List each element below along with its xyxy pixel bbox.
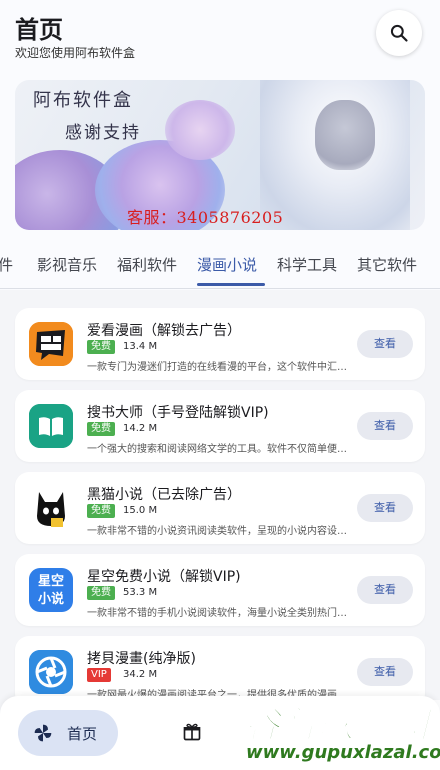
black-cat-icon xyxy=(29,486,73,530)
vip-badge: VIP xyxy=(87,668,111,682)
app-size: 34.2 M xyxy=(123,669,158,680)
search-icon xyxy=(390,24,408,42)
page-title: 首页 xyxy=(15,16,63,44)
view-button[interactable]: 查看 xyxy=(357,658,413,686)
banner-character xyxy=(315,100,375,170)
app-size: 14.2 M xyxy=(123,423,158,434)
nav-home-label: 首页 xyxy=(67,725,98,743)
tab-welfare-software[interactable]: 福利软件 xyxy=(117,254,177,275)
active-tab-indicator xyxy=(197,283,265,286)
nav-home[interactable]: 首页 xyxy=(18,710,118,756)
tab-software-partial[interactable]: 件 xyxy=(0,254,13,275)
promo-banner[interactable]: 阿布软件盒 感谢支持 客服：3405876205 xyxy=(15,80,425,230)
category-tabs: 件 影视音乐 福利软件 漫画小说 科学工具 其它软件 xyxy=(0,245,440,287)
app-icon-xingkong: 星空 小说 xyxy=(29,568,73,612)
app-icon-text: 小说 xyxy=(37,592,64,607)
tab-video-music[interactable]: 影视音乐 xyxy=(37,254,97,275)
nav-gift[interactable] xyxy=(182,722,202,746)
page-subtitle: 欢迎您使用阿布软件盒 xyxy=(15,46,136,60)
free-badge: 免费 xyxy=(87,504,115,518)
app-name: 星空免费小说（解锁VIP) xyxy=(87,569,241,585)
view-button[interactable]: 查看 xyxy=(357,576,413,604)
app-description: 一个强大的搜索和阅读网络文学的工具。软件不仅简单便捷，还十分好用 xyxy=(87,444,355,455)
free-badge: 免费 xyxy=(87,586,115,600)
banner-flowers xyxy=(165,100,235,160)
banner-thanks: 感谢支持 xyxy=(65,123,141,143)
app-size: 15.0 M xyxy=(123,505,158,516)
app-name: 黑猫小说（已去除广告） xyxy=(87,487,241,503)
app-description: 一款非常不错的小说资讯阅读类软件，呈现的小说内容设计十分精彩 xyxy=(87,526,355,537)
view-button[interactable]: 查看 xyxy=(357,330,413,358)
app-icon-text: 星空 xyxy=(37,574,64,589)
app-card[interactable]: 黑猫小说（已去除广告） 免费 15.0 M 一款非常不错的小说资讯阅读类软件，呈… xyxy=(15,472,425,544)
tab-science-tools[interactable]: 科学工具 xyxy=(277,254,337,275)
tabs-divider xyxy=(0,288,440,289)
gift-icon xyxy=(183,723,201,741)
app-name: 爱看漫画（解锁去广告） xyxy=(87,323,241,339)
app-name: 搜书大师（手号登陆解锁VIP) xyxy=(87,405,269,421)
aperture-icon xyxy=(29,650,73,694)
tab-comics-novels[interactable]: 漫画小说 xyxy=(197,254,257,275)
tab-other-software[interactable]: 其它软件 xyxy=(357,254,417,275)
app-card[interactable]: 星空 小说 星空免费小说（解锁VIP) 免费 53.3 M 一款非常不错的手机小… xyxy=(15,554,425,626)
app-description: 一款专门为漫迷们打造的在线看漫的平台，这个软件中汇集了大量的漫画 xyxy=(87,362,355,373)
banner-title: 阿布软件盒 xyxy=(33,90,133,111)
app-description: 一款非常不错的手机小说阅读软件，海量小说全类别热门小说免费阅读 xyxy=(87,608,355,619)
app-size: 13.4 M xyxy=(123,341,158,352)
app-card[interactable]: 搜书大师（手号登陆解锁VIP) 免费 14.2 M 一个强大的搜索和阅读网络文学… xyxy=(15,390,425,462)
watermark-title: 谷普软件园 xyxy=(243,704,430,747)
pinwheel-icon xyxy=(34,724,52,742)
book-icon xyxy=(29,404,73,448)
app-name: 拷貝漫畫(纯净版) xyxy=(87,651,196,667)
banner-contact: 客服：3405876205 xyxy=(127,208,284,227)
search-button[interactable] xyxy=(376,10,422,56)
free-badge: 免费 xyxy=(87,340,115,354)
app-size: 53.3 M xyxy=(123,587,158,598)
watermark-url: www.gupuxlazal.com xyxy=(246,742,440,763)
free-badge: 免费 xyxy=(87,422,115,436)
app-icon-aikan xyxy=(29,322,73,366)
view-button[interactable]: 查看 xyxy=(357,494,413,522)
app-card[interactable]: 爱看漫画（解锁去广告） 免费 13.4 M 一款专门为漫迷们打造的在线看漫的平台… xyxy=(15,308,425,380)
view-button[interactable]: 查看 xyxy=(357,412,413,440)
